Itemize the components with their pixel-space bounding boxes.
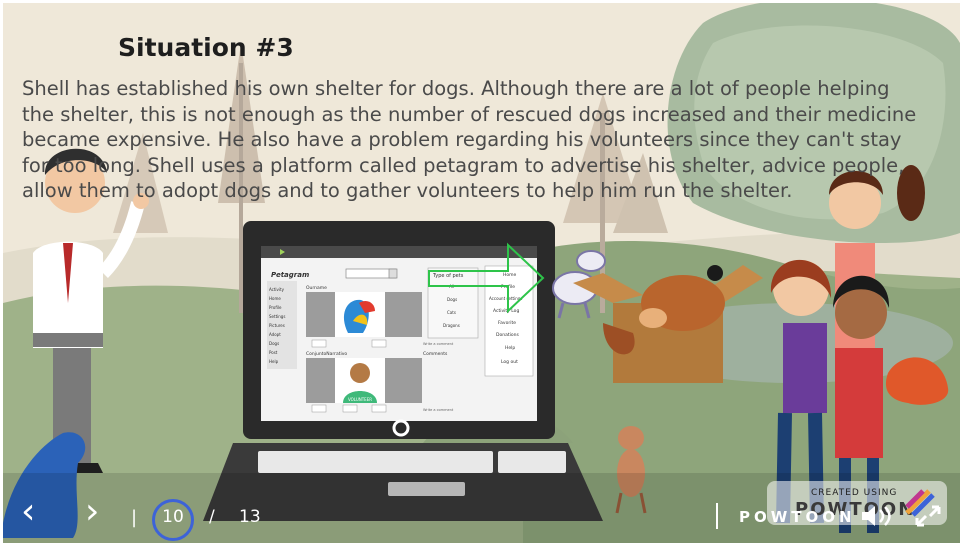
page-separator: / — [209, 507, 215, 527]
menu-item[interactable]: Account settings — [489, 296, 522, 301]
side-item[interactable]: Post — [269, 350, 278, 355]
previous-slide-icon[interactable]: ‹ — [21, 494, 35, 530]
side-item[interactable]: Dogs — [269, 341, 279, 346]
pets-header: Type of pets — [432, 273, 464, 279]
current-page-number: 10 — [162, 507, 184, 527]
slide-body-text: Shell has established his own shelter fo… — [22, 77, 917, 202]
volume-icon[interactable] — [859, 503, 893, 529]
side-item[interactable]: Settings — [269, 314, 285, 319]
volunteer-shirt: VOLUNTEER — [348, 397, 372, 402]
post-username[interactable]: ConjuntoNarrativo — [306, 351, 347, 357]
menu-item[interactable]: Help — [505, 345, 515, 351]
fullscreen-icon[interactable] — [913, 503, 943, 529]
side-item[interactable]: Activity — [269, 287, 285, 292]
control-separator: | — [131, 507, 138, 528]
pets-option[interactable]: Cats — [447, 310, 456, 315]
menu-item[interactable]: Home — [503, 272, 517, 278]
slide-title: Situation #3 — [118, 33, 294, 62]
total-pages: 13 — [239, 507, 261, 527]
side-item[interactable]: Adopt — [269, 332, 281, 337]
write-comment-field[interactable]: Write a comment — [423, 342, 454, 346]
side-item[interactable]: Profile — [269, 305, 282, 310]
menu-item[interactable]: Donations — [496, 332, 519, 338]
menu-item[interactable]: Log out — [501, 359, 518, 365]
comments-label: Comments — [423, 351, 448, 357]
write-comment-field[interactable]: Write a comment — [423, 408, 454, 412]
side-item[interactable]: Help — [269, 359, 279, 364]
pets-option[interactable]: Dogs — [447, 297, 457, 302]
powtoon-brand: POWTOON — [739, 508, 856, 526]
menu-item[interactable]: Favorite — [498, 320, 516, 326]
petagram-logo: Petagram — [271, 271, 309, 279]
search-button[interactable] — [388, 268, 398, 279]
side-item[interactable]: Pictures — [269, 323, 285, 328]
presentation-frame: Petagram Activity Home Profile Settings … — [3, 3, 960, 543]
next-slide-icon[interactable]: › — [85, 494, 99, 530]
menu-item[interactable]: Activity Log — [493, 308, 519, 314]
control-divider — [716, 503, 718, 529]
post-username[interactable]: Ourname — [306, 285, 327, 291]
side-item[interactable]: Home — [269, 296, 281, 301]
pets-option[interactable]: Dragons — [443, 323, 460, 328]
